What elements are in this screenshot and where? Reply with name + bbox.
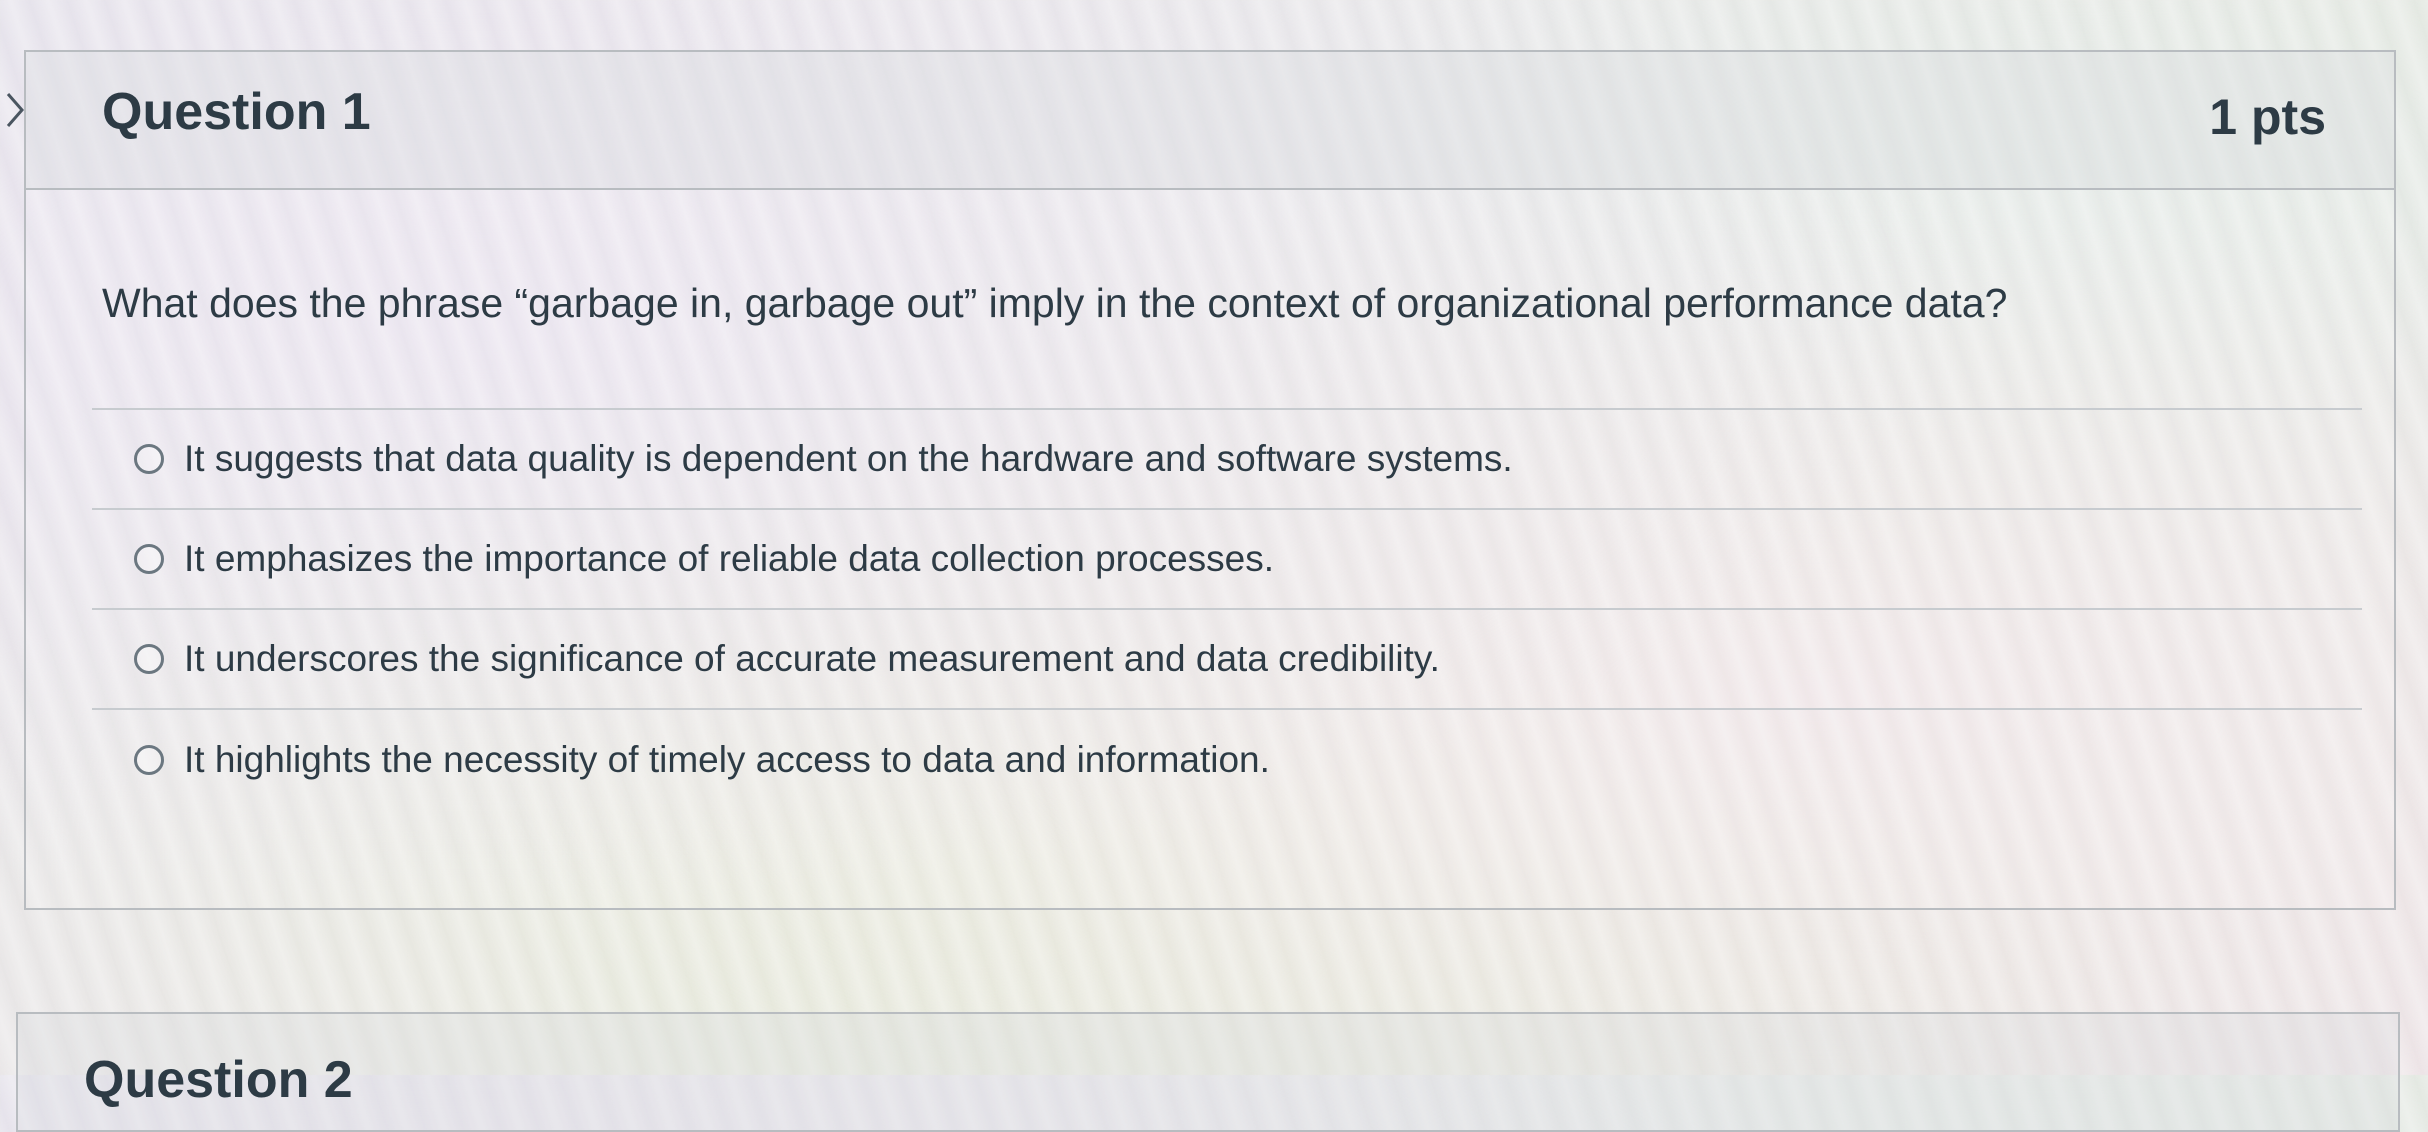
question-header: Question 1 1 pts [26, 52, 2394, 190]
next-question-card: Question 2 [16, 1012, 2400, 1132]
answer-option-4[interactable]: It highlights the necessity of timely ac… [92, 710, 2362, 810]
answer-option-2[interactable]: It emphasizes the importance of reliable… [92, 510, 2362, 610]
question-text: What does the phrase “garbage in, garbag… [102, 280, 2008, 326]
radio-unchecked-icon[interactable] [134, 644, 164, 674]
question-points: 1 pts [2209, 89, 2326, 145]
question-title: Question 1 [102, 83, 371, 141]
answer-label: It emphasizes the importance of reliable… [184, 538, 1275, 579]
question-card: Question 1 1 pts What does the phrase “g… [24, 50, 2396, 910]
answer-label: It highlights the necessity of timely ac… [184, 739, 1270, 780]
answer-option-1[interactable]: It suggests that data quality is depende… [92, 410, 2362, 510]
radio-unchecked-icon[interactable] [134, 544, 164, 574]
answer-label: It underscores the significance of accur… [184, 638, 1440, 679]
answer-list: It suggests that data quality is depende… [92, 408, 2362, 810]
answer-option-3[interactable]: It underscores the significance of accur… [92, 610, 2362, 710]
next-question-title: Question 2 [84, 1051, 353, 1109]
answer-label: It suggests that data quality is depende… [184, 438, 1513, 479]
radio-unchecked-icon[interactable] [134, 745, 164, 775]
radio-unchecked-icon[interactable] [134, 444, 164, 474]
